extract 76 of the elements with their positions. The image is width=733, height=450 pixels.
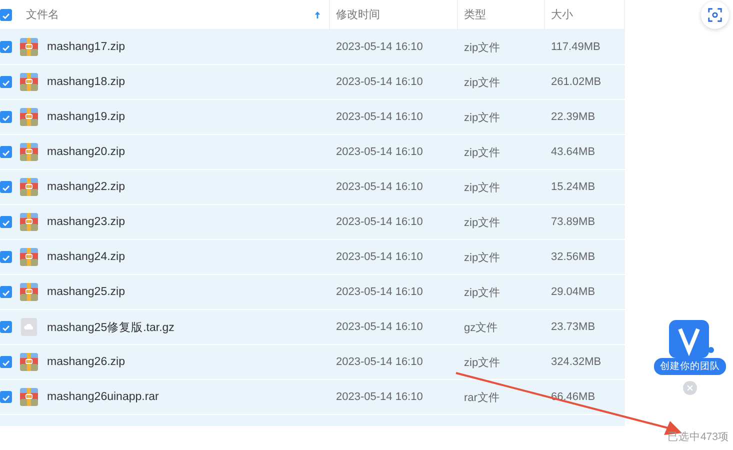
modified-time: 2023-05-14 16:10 bbox=[336, 181, 423, 193]
file-type: zip文件 bbox=[464, 76, 500, 90]
archive-file-icon bbox=[20, 178, 38, 196]
row-checkbox[interactable] bbox=[0, 146, 12, 158]
file-name[interactable]: mashang18.zip bbox=[47, 76, 125, 88]
selection-count: 已选中473项 bbox=[667, 430, 729, 444]
column-header[interactable]: 文件名 bbox=[26, 7, 59, 22]
file-size: 23.73MB bbox=[551, 321, 596, 333]
modified-time: 2023-05-14 16:10 bbox=[336, 41, 423, 53]
modified-time: 2023-05-14 16:10 bbox=[336, 76, 423, 88]
file-name[interactable]: mashang23.zip bbox=[47, 216, 125, 228]
modified-time: 2023-05-14 16:10 bbox=[336, 391, 423, 403]
file-name[interactable]: mashang17.zip bbox=[47, 41, 125, 53]
file-icon bbox=[20, 318, 38, 336]
file-name[interactable]: mashang24.zip bbox=[47, 251, 125, 263]
archive-file-icon bbox=[20, 38, 38, 56]
row-checkbox[interactable] bbox=[0, 41, 12, 53]
file-name[interactable]: mashang22.zip bbox=[47, 181, 125, 193]
row-checkbox[interactable] bbox=[0, 111, 12, 123]
modified-time: 2023-05-14 16:10 bbox=[336, 286, 423, 298]
archive-file-icon bbox=[20, 353, 38, 371]
file-type: zip文件 bbox=[464, 286, 500, 300]
row-checkbox[interactable] bbox=[0, 181, 12, 193]
file-name[interactable]: mashang19.zip bbox=[47, 111, 125, 123]
file-type: zip文件 bbox=[464, 146, 500, 160]
scan-icon bbox=[708, 8, 722, 22]
archive-file-icon bbox=[20, 143, 38, 161]
select-all-checkbox[interactable] bbox=[0, 8, 12, 20]
archive-file-icon bbox=[20, 248, 38, 266]
modified-time: 2023-05-14 16:10 bbox=[336, 146, 423, 158]
file-size: 29.04MB bbox=[551, 286, 596, 298]
file-name[interactable]: mashang26.zip bbox=[47, 356, 125, 368]
modified-time: 2023-05-14 16:10 bbox=[336, 111, 423, 123]
modified-time: 2023-05-14 16:10 bbox=[336, 356, 423, 368]
file-size: 32.56MB bbox=[551, 251, 596, 263]
archive-file-icon bbox=[20, 73, 38, 91]
file-type: rar文件 bbox=[464, 390, 500, 404]
file-type: zip文件 bbox=[464, 356, 500, 370]
close-icon bbox=[686, 384, 694, 392]
row-checkbox[interactable] bbox=[0, 251, 12, 263]
archive-file-icon bbox=[20, 283, 38, 301]
scan-button[interactable] bbox=[701, 1, 729, 29]
archive-file-icon bbox=[20, 388, 38, 406]
modified-time: 2023-05-14 16:10 bbox=[336, 251, 423, 263]
file-size: 324.32MB bbox=[551, 356, 602, 368]
file-size: 261.02MB bbox=[551, 76, 602, 88]
file-size: 117.49MB bbox=[551, 41, 600, 53]
row-checkbox[interactable] bbox=[0, 286, 12, 298]
file-size: 22.39MB bbox=[551, 111, 596, 123]
row-checkbox[interactable] bbox=[0, 76, 12, 88]
row-checkbox[interactable] bbox=[0, 321, 12, 333]
file-name[interactable]: mashang26uinapp.rar bbox=[47, 391, 159, 403]
modified-time: 2023-05-14 16:10 bbox=[336, 321, 423, 333]
file-size: 66.46MB bbox=[551, 391, 596, 403]
column-header[interactable]: 修改时间 bbox=[336, 7, 380, 22]
modified-time: 2023-05-14 16:10 bbox=[336, 216, 423, 228]
archive-file-icon bbox=[20, 213, 38, 231]
file-name[interactable]: mashang20.zip bbox=[47, 146, 125, 158]
archive-file-icon bbox=[20, 108, 38, 126]
file-type: zip文件 bbox=[464, 110, 500, 124]
file-type: zip文件 bbox=[464, 180, 500, 194]
file-type: zip文件 bbox=[464, 40, 500, 54]
file-type: zip文件 bbox=[464, 250, 500, 264]
row-checkbox[interactable] bbox=[0, 356, 12, 368]
file-type: gz文件 bbox=[464, 320, 498, 334]
file-name[interactable]: mashang25.zip bbox=[47, 286, 125, 298]
column-header[interactable]: 大小 bbox=[551, 7, 573, 22]
file-size: 15.24MB bbox=[551, 181, 596, 193]
file-type: zip文件 bbox=[464, 216, 500, 230]
create-team-button[interactable]: 创建你的团队 bbox=[654, 358, 726, 375]
column-header[interactable]: 类型 bbox=[464, 7, 486, 22]
row-checkbox[interactable] bbox=[0, 391, 12, 403]
file-name[interactable]: mashang25修复版.tar.gz bbox=[47, 320, 174, 334]
file-size: 43.64MB bbox=[551, 146, 596, 158]
file-size: 73.89MB bbox=[551, 216, 596, 228]
row-checkbox[interactable] bbox=[0, 216, 12, 228]
